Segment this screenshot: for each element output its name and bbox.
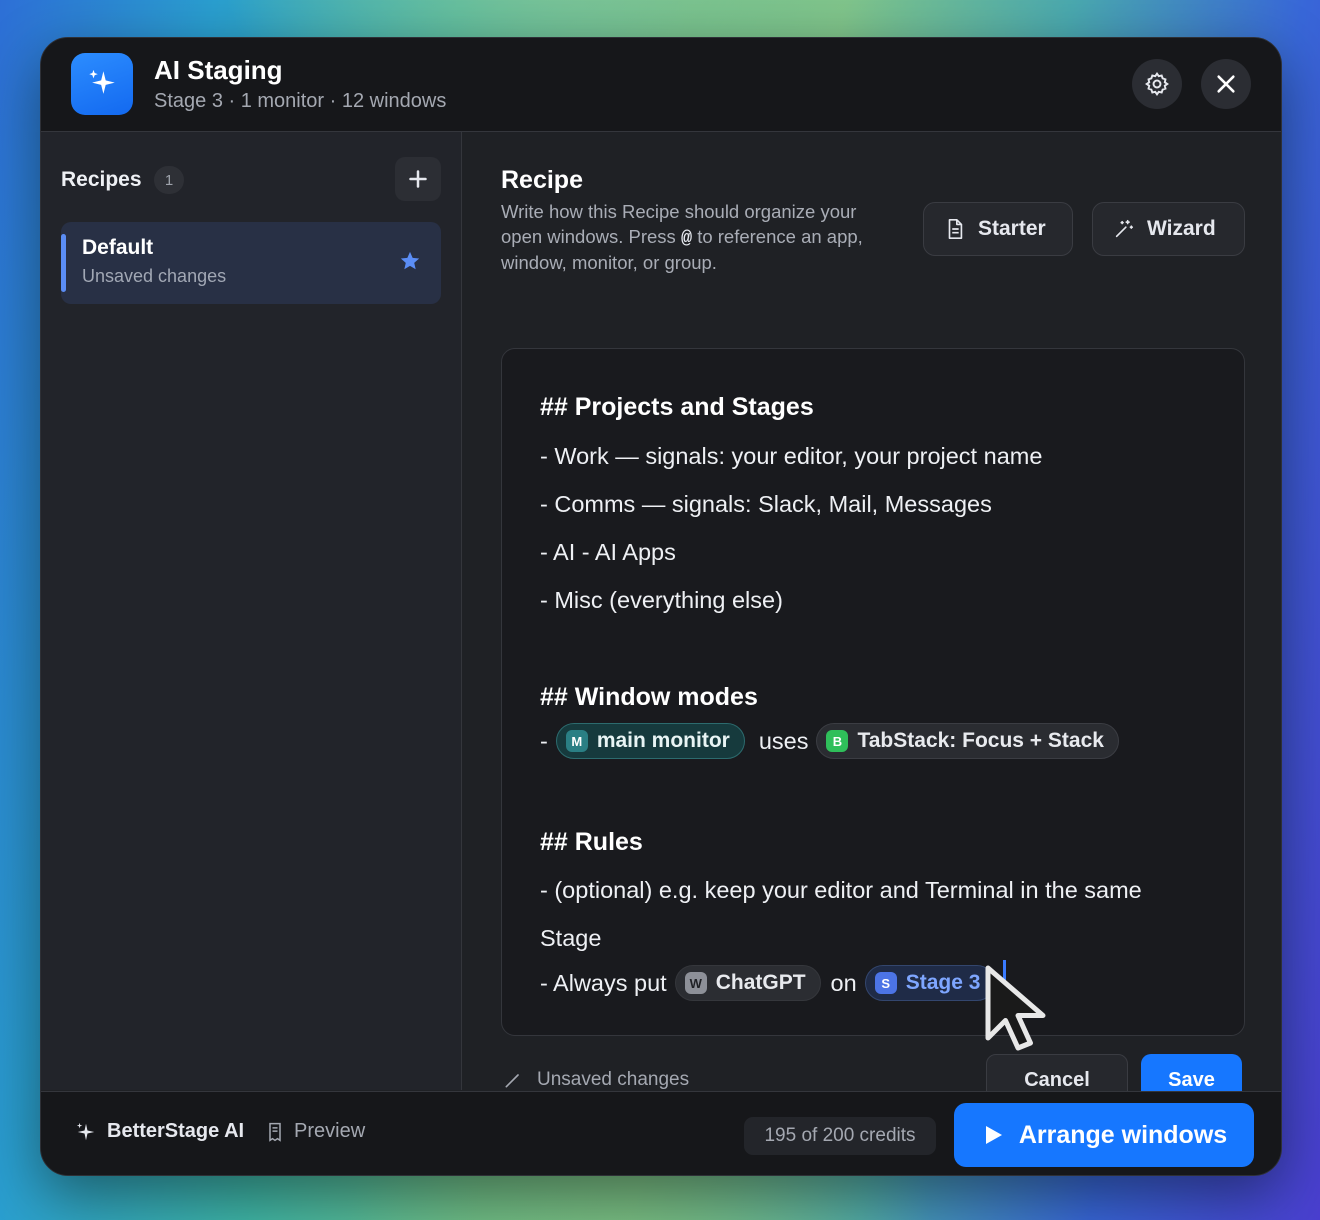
app-token-badge: W (684, 972, 707, 994)
monitor-token-label: main monitor (596, 729, 730, 752)
brand: BetterStage AI (75, 1120, 244, 1143)
play-icon (985, 1126, 1002, 1144)
recipes-sidebar: Recipes 1 Default Unsaved changes (41, 132, 462, 1090)
sparkles-icon (71, 53, 133, 115)
star-icon[interactable] (399, 250, 421, 272)
arrange-label: Arrange windows (1018, 1120, 1228, 1149)
line-comms: - Comms — signals: Slack, Mail, Messages (540, 491, 992, 517)
app-token[interactable]: W ChatGPT (674, 965, 821, 1001)
arrange-windows-button[interactable]: Arrange windows (954, 1103, 1254, 1167)
recipe-item-status: Unsaved changes (82, 266, 227, 286)
line-misc: - Misc (everything else) (540, 587, 783, 613)
stage-token-badge: S (874, 972, 897, 994)
layout-token-label: TabStack: Focus + Stack (857, 729, 1104, 752)
footer-bar: BetterStage AI Preview 195 of 200 credit… (41, 1091, 1281, 1175)
ai-staging-window: AI Staging Stage 3 · 1 monitor · 12 wind… (40, 37, 1282, 1176)
wizard-button[interactable]: Wizard (1092, 202, 1245, 256)
add-recipe-button[interactable] (395, 157, 441, 201)
stage-token[interactable]: S Stage 3 (864, 965, 996, 1001)
pencil-icon (505, 1074, 519, 1088)
recipe-editor-panel: Recipe Write how this Recipe should orga… (462, 132, 1281, 1106)
wizard-label: Wizard (1147, 217, 1216, 240)
recipe-item-default[interactable]: Default Unsaved changes (61, 222, 441, 304)
stage-token-label: Stage 3 (905, 971, 981, 994)
uses-text: uses (758, 727, 809, 754)
close-icon (1217, 75, 1235, 93)
line-rule-always: - Always put W ChatGPT on S Stage 3 (540, 960, 1007, 1006)
recipe-description: Write how this Recipe should organize yo… (501, 200, 871, 276)
document-icon (948, 219, 963, 239)
recipe-title: Recipe (501, 166, 583, 194)
line-rule-optional-cont: Stage (540, 925, 602, 951)
recipe-item-name: Default (82, 236, 154, 259)
mouse-cursor-icon (985, 965, 1046, 1051)
dash: - (540, 727, 548, 754)
line-rule-optional: - (optional) e.g. keep your editor and T… (540, 877, 1142, 903)
heading-window-modes: ## Window modes (540, 683, 758, 711)
layout-token-badge: B (826, 730, 849, 752)
recipe-text-editor[interactable]: ## Projects and Stages - Work — signals:… (501, 348, 1245, 1036)
monitor-token-badge: M (565, 730, 588, 752)
preview-label: Preview (294, 1120, 366, 1142)
preview-button[interactable]: Preview (265, 1120, 365, 1143)
line-work: - Work — signals: your editor, your proj… (540, 443, 1043, 469)
unsaved-status: Unsaved changes (503, 1069, 689, 1091)
brand-label: BetterStage AI (107, 1120, 245, 1142)
sparkle-icon (76, 1122, 95, 1140)
recipes-title: Recipes (61, 168, 142, 191)
layout-token[interactable]: B TabStack: Focus + Stack (816, 723, 1119, 759)
starter-label: Starter (978, 217, 1046, 240)
monitor-token[interactable]: M main monitor (555, 723, 745, 759)
heading-projects: ## Projects and Stages (540, 393, 814, 421)
app-token-label: ChatGPT (715, 971, 806, 994)
at-key: @ (680, 227, 693, 249)
credits-badge: 195 of 200 credits (744, 1117, 936, 1155)
plus-icon (409, 170, 427, 188)
status-text: Unsaved changes (537, 1069, 690, 1090)
starter-button[interactable]: Starter (923, 202, 1073, 256)
settings-button[interactable] (1132, 59, 1182, 109)
line-ai: - AI - AI Apps (540, 539, 676, 565)
close-button[interactable] (1201, 59, 1251, 109)
on-text: on (830, 969, 857, 996)
always-put-text: - Always put (540, 969, 667, 996)
selected-indicator (61, 234, 66, 292)
recipes-count-badge: 1 (154, 166, 184, 194)
line-window-mode: - M main monitor uses B TabStack: Focus … (540, 723, 1119, 759)
heading-rules: ## Rules (540, 828, 643, 856)
header: AI Staging Stage 3 · 1 monitor · 12 wind… (41, 38, 1281, 132)
receipt-icon (269, 1122, 281, 1142)
app-title: AI Staging (154, 55, 283, 85)
gear-icon (1145, 72, 1169, 96)
magic-wand-icon (1115, 219, 1134, 238)
app-subtitle: Stage 3 · 1 monitor · 12 windows (154, 90, 447, 112)
